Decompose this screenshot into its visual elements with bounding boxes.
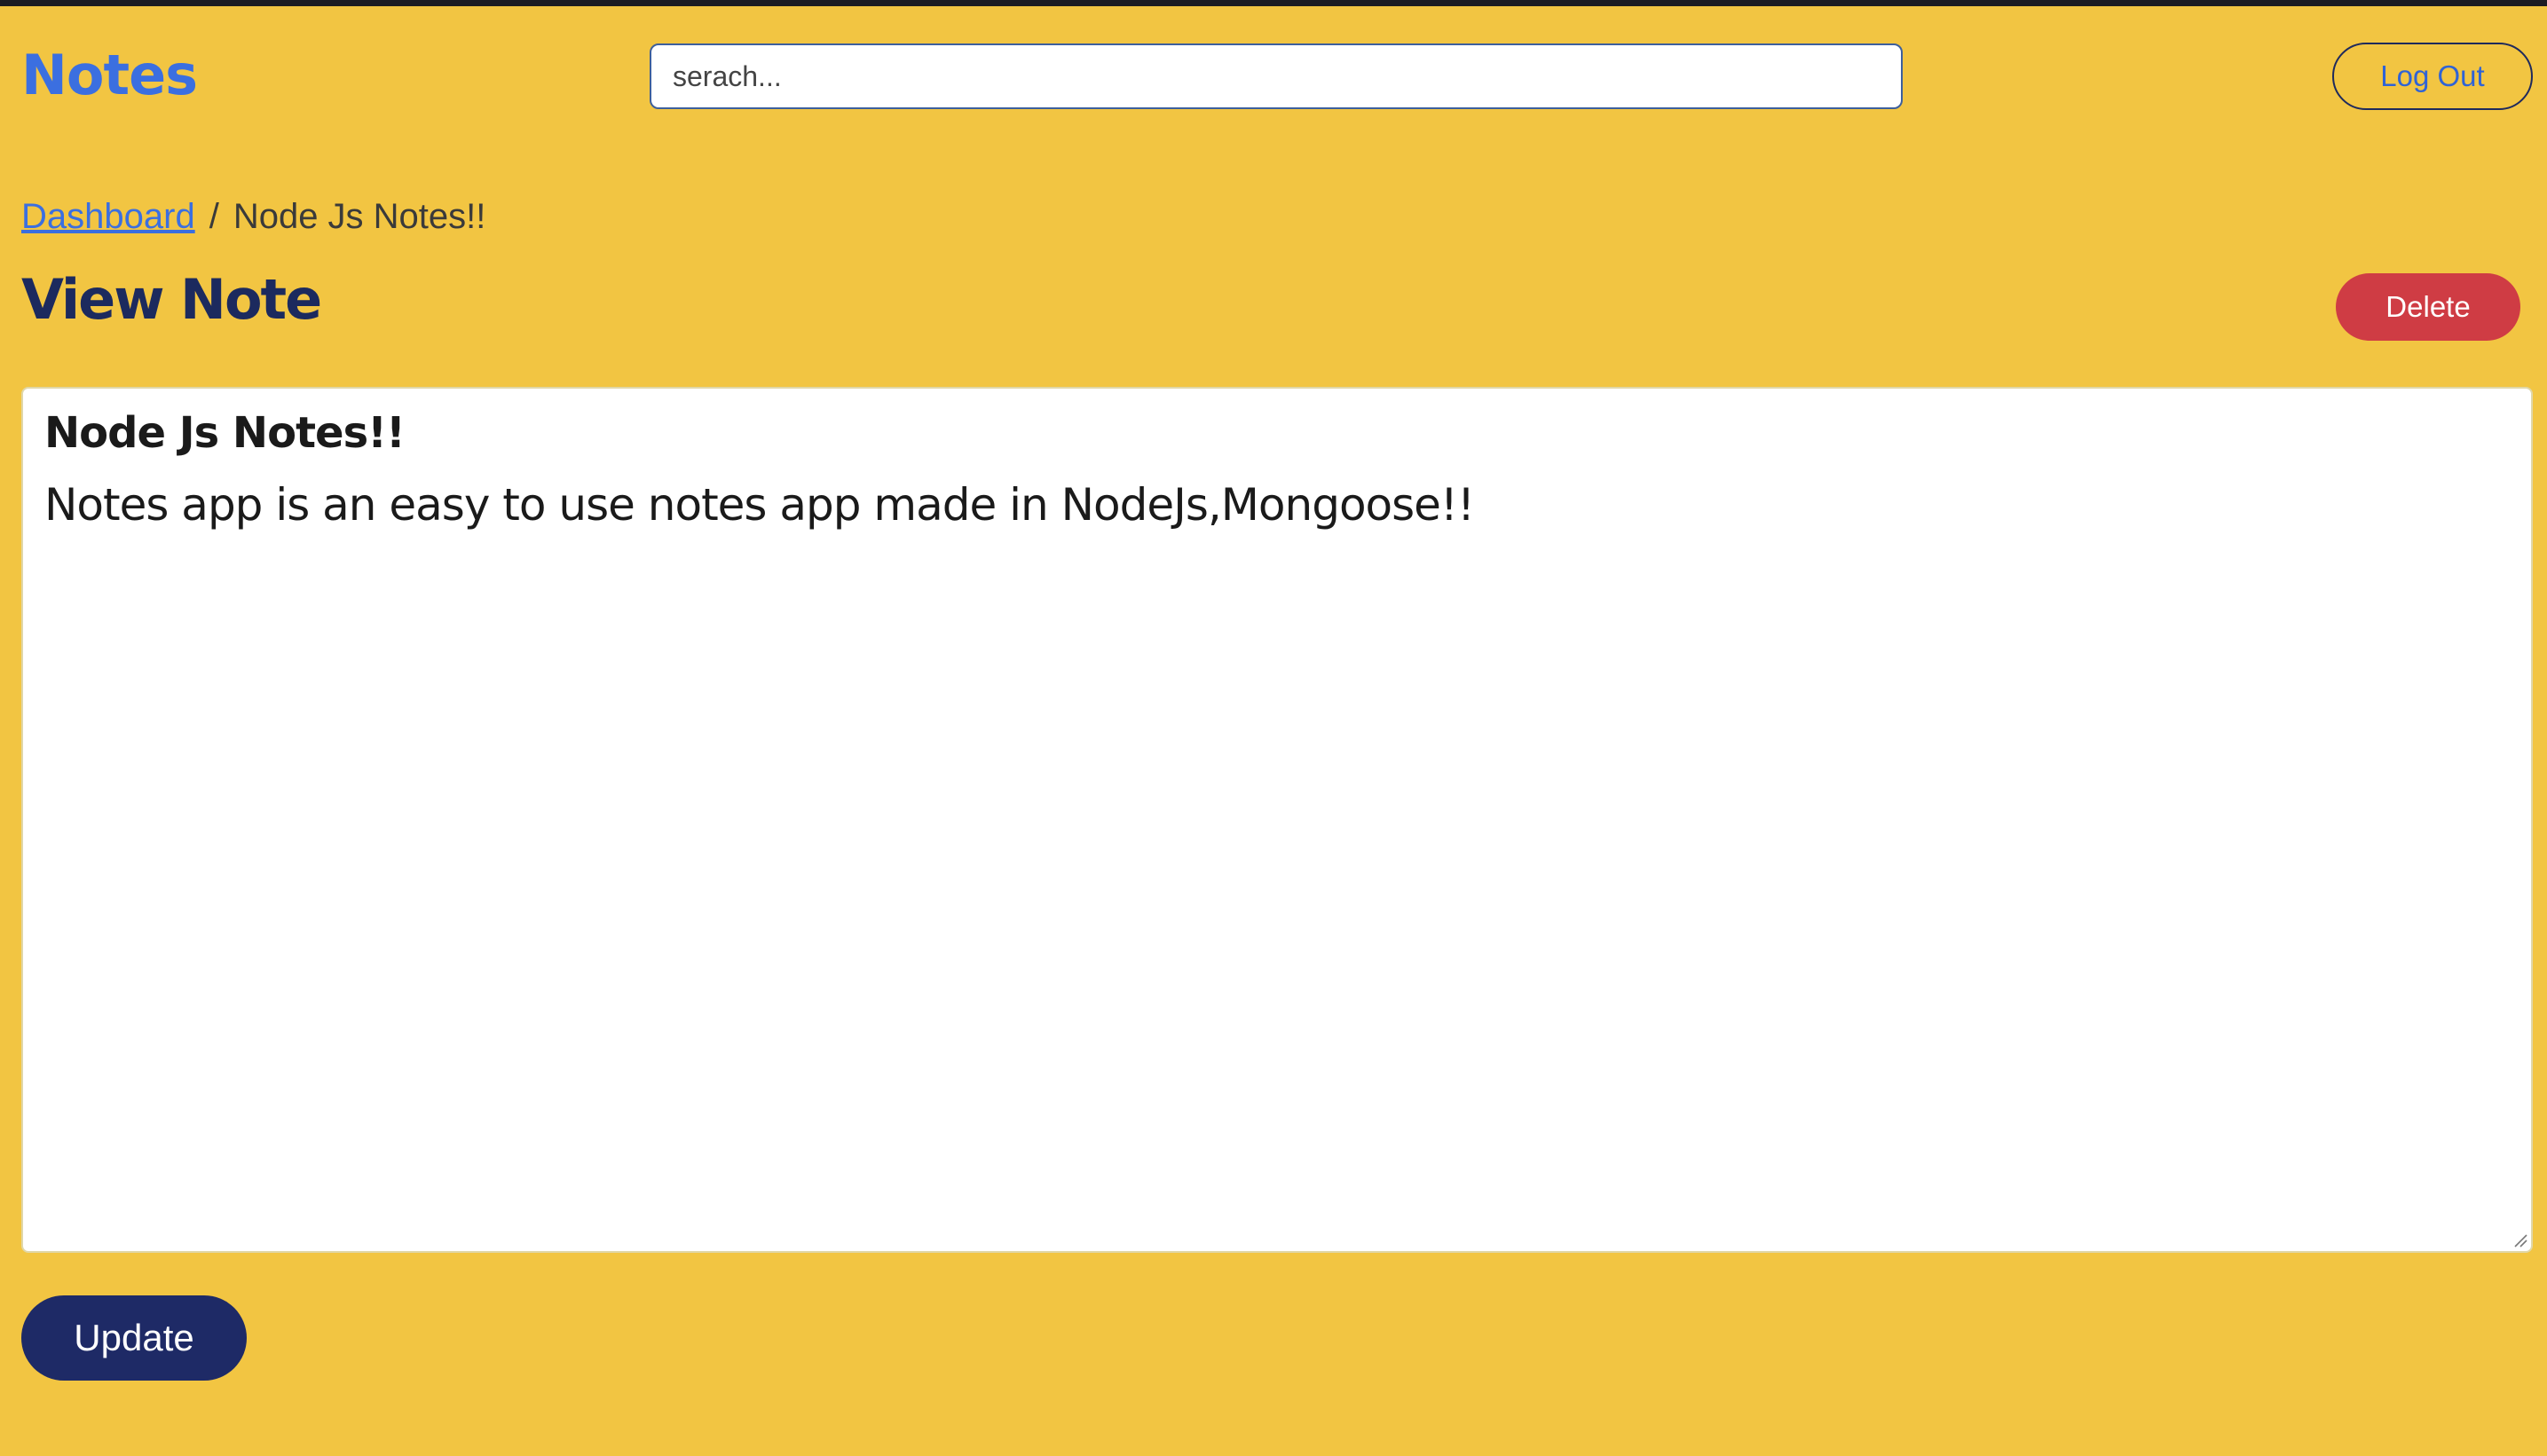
note-title[interactable]: Node Js Notes!! [44,405,2510,461]
search-input[interactable] [650,43,1903,109]
note-editor[interactable]: Node Js Notes!! Notes app is an easy to … [21,387,2533,1253]
note-body[interactable]: Notes app is an easy to use notes app ma… [44,472,2510,538]
breadcrumb-separator: / [209,197,219,236]
resize-handle-icon[interactable] [2512,1232,2527,1247]
page-title: View Note [21,267,322,332]
update-button[interactable]: Update [21,1295,247,1381]
logout-button[interactable]: Log Out [2332,43,2533,110]
breadcrumb-current: Node Js Notes!! [233,197,486,236]
brand-logo[interactable]: Notes [21,43,198,108]
window-top-border [0,0,2547,6]
breadcrumb: Dashboard / Node Js Notes!! [21,192,485,241]
delete-button[interactable]: Delete [2336,273,2520,341]
breadcrumb-dashboard-link[interactable]: Dashboard [21,197,195,236]
